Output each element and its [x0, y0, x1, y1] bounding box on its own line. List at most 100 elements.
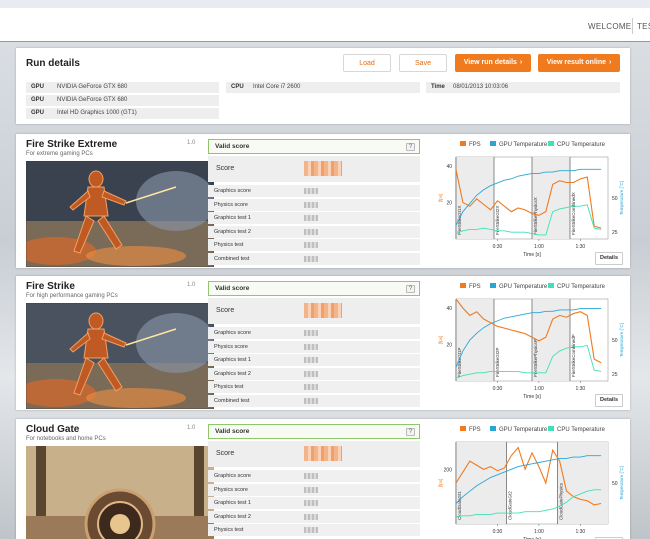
fps-tick-label: 200	[444, 467, 453, 473]
accent-line	[0, 41, 650, 42]
test-panel-fire-strike-extreme: Fire Strike Extreme For extreme gaming PC…	[16, 134, 630, 268]
blurred-sub-score-value	[304, 242, 318, 248]
view-run-details-button[interactable]: View run details ›	[455, 54, 531, 72]
cpu-row: CPU Intel Core i7 2600	[226, 82, 420, 93]
cpu-value: Intel Core i7 2600	[253, 84, 301, 90]
chevron-right-icon: ›	[519, 59, 523, 66]
time-row: Time 08/01/2013 10:03:06	[426, 82, 620, 93]
test-subtitle: For notebooks and home PCs	[26, 436, 106, 442]
help-icon[interactable]: ?	[406, 285, 415, 293]
sub-score-row: Graphics score	[208, 470, 420, 482]
test-version: 1.0	[187, 425, 196, 431]
segment-label: FireStrikeCombinedP	[571, 334, 576, 377]
gpu-row: GPU Intel HD Graphics 1000 (GT1)	[26, 108, 219, 119]
score-table: Valid score? Score Graphics score Physics s…	[208, 139, 420, 267]
segment-label: FireStrikePhysicsX	[533, 197, 538, 235]
view-result-online-label: View result online	[546, 59, 607, 66]
score-table: Valid score? Score Graphics score Physics s…	[208, 281, 420, 409]
blurred-sub-score-value	[304, 473, 318, 479]
nav-separator	[632, 18, 633, 34]
test-artwork	[26, 446, 214, 539]
valid-score-banner: Valid score?	[208, 139, 420, 154]
segment-label: FireStrikePhysicsP	[533, 339, 538, 377]
sub-score-label: Graphics test 1	[214, 357, 251, 363]
details-button[interactable]: Details	[595, 394, 623, 407]
art-gate-core	[110, 514, 130, 534]
view-result-online-button[interactable]: View result online ›	[538, 54, 620, 72]
sub-score-row: Physics score	[208, 198, 420, 211]
sub-score-row: Physics test	[208, 524, 420, 536]
blurred-sub-score-value	[304, 255, 318, 262]
temp-axis-label: Temperature [°C]	[619, 323, 624, 357]
temp-tick-label: 25	[612, 372, 618, 378]
blurred-sub-score-value	[304, 215, 318, 221]
segment-label: FireStrikeGt1X	[457, 205, 462, 235]
chart-container: FPS GPU Temperature CPU Temperature FireStr…	[426, 139, 626, 267]
art-fire	[86, 388, 186, 408]
fps-axis-label: [fps]	[438, 479, 443, 488]
performance-chart: FireStrikeGt1P FireStrikeGt2P FireStrikePh…	[438, 298, 624, 400]
load-button[interactable]: Load	[343, 54, 391, 72]
sub-score-label: Physics test	[214, 527, 244, 533]
x-axis-label: Time [s]	[523, 252, 541, 258]
test-panel-fire-strike: Fire Strike For high performance gaming P…	[16, 276, 630, 410]
blurred-sub-score-value	[304, 201, 318, 208]
help-icon[interactable]: ?	[406, 143, 415, 151]
temp-tick-label: 50	[612, 481, 618, 487]
artwork-image	[26, 161, 214, 267]
test-artwork	[26, 161, 214, 267]
blurred-sub-score-value	[304, 228, 318, 235]
segment-label: CloudGateGt1	[457, 491, 462, 520]
sub-score-label: Graphics score	[214, 188, 251, 194]
performance-chart: FireStrikeGt1X FireStrikeGt2X FireStrikePh…	[438, 156, 624, 258]
gpu-label: GPU	[31, 110, 45, 116]
valid-score-label: Valid score	[215, 143, 250, 150]
gpu-label: GPU	[31, 97, 45, 103]
gpu-value: NVIDIA GeForce GTX 680	[57, 84, 128, 90]
test-panel-cloud-gate: Cloud Gate For notebooks and home PCs 1.0 V…	[16, 419, 630, 539]
sub-score-row: Graphics test 2	[208, 225, 420, 238]
blurred-sub-score-value	[304, 486, 318, 493]
score-row: Score	[208, 298, 420, 324]
fps-tick-label: 20	[446, 201, 452, 207]
blurred-sub-score-value	[304, 343, 318, 350]
details-button[interactable]: Details	[595, 252, 623, 265]
save-button[interactable]: Save	[399, 54, 447, 72]
sub-score-row: Physics score	[208, 340, 420, 353]
sub-score-label: Graphics test 1	[214, 500, 251, 506]
sub-score-label: Graphics test 1	[214, 215, 251, 221]
fps-axis-label: [fps]	[438, 336, 443, 345]
score-label: Score	[216, 307, 235, 314]
x-tick-label: 1:00	[534, 529, 544, 535]
blurred-sub-score-value	[304, 384, 318, 390]
temp-axis-label: Temperature [°C]	[619, 466, 624, 500]
chart-container: FPS GPU Temperature CPU Temperature CloudGa…	[426, 424, 626, 539]
sub-score-label: Physics score	[214, 201, 248, 208]
x-tick-label: 1:30	[575, 529, 585, 535]
blurred-sub-score-value	[304, 527, 318, 533]
nav-welcome[interactable]: WELCOME	[588, 22, 631, 31]
x-tick-label: 1:00	[534, 244, 544, 250]
sub-score-label: Graphics test 2	[214, 513, 251, 520]
top-bar: WELCOME TES	[0, 0, 650, 42]
fps-tick-label: 20	[446, 343, 452, 349]
nav-tests[interactable]: TES	[637, 22, 650, 31]
score-row: Score	[208, 441, 420, 467]
sub-score-label: Physics test	[214, 384, 244, 390]
test-name: Cloud Gate	[26, 424, 80, 435]
gpu-row: GPU NVIDIA GeForce GTX 680	[26, 82, 219, 93]
blurred-sub-score-value	[304, 188, 318, 194]
art-pillar	[36, 446, 46, 516]
score-table: Valid score? Score Graphics score Physics s…	[208, 424, 420, 539]
blurred-sub-score-value	[304, 500, 318, 506]
sub-score-row: Combined test	[208, 252, 420, 265]
sub-score-row: Physics test	[208, 381, 420, 393]
segment-label: FireStrikeGt2P	[495, 347, 500, 377]
art-smoke	[136, 171, 214, 231]
help-icon[interactable]: ?	[406, 428, 415, 436]
sub-score-row: Graphics test 1	[208, 497, 420, 509]
temp-tick-label: 50	[612, 338, 618, 344]
chart-container: FPS GPU Temperature CPU Temperature FireStr…	[426, 281, 626, 409]
artwork-image	[26, 446, 214, 539]
view-run-details-label: View run details	[463, 59, 517, 66]
